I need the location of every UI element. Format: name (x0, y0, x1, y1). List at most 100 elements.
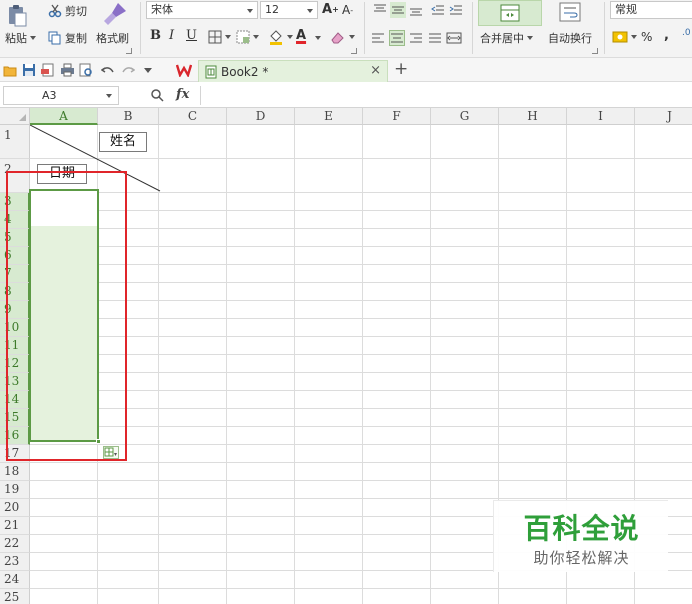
spreadsheet-file-icon (205, 65, 217, 78)
row-header-20[interactable]: 20 (0, 499, 30, 517)
align-center-icon[interactable] (389, 30, 405, 46)
print-icon[interactable] (59, 62, 75, 78)
row-gridline (30, 318, 692, 319)
row-header-1[interactable]: 1 (0, 125, 30, 159)
export-pdf-icon[interactable] (40, 62, 56, 78)
align-right-icon[interactable] (408, 30, 424, 46)
row-gridline (30, 462, 692, 463)
document-tab[interactable]: Book2 * × (198, 60, 388, 82)
bold-button[interactable]: B (150, 28, 161, 43)
column-header-g[interactable]: G (431, 108, 499, 125)
align-left-icon[interactable] (370, 30, 386, 46)
insert-function-button[interactable]: fx (176, 87, 189, 102)
cell-b1-name-label[interactable]: 姓名 (99, 132, 147, 152)
comma-format-button[interactable]: , (664, 28, 669, 43)
wrap-text-label[interactable]: 自动换行 (548, 30, 592, 46)
align-top-icon[interactable] (372, 2, 388, 18)
minus-icon: - (350, 5, 354, 15)
align-bottom-icon[interactable] (408, 2, 424, 18)
row-header-18[interactable]: 18 (0, 463, 30, 481)
paste-label: 粘贴 (5, 32, 27, 45)
merge-center-dropdown[interactable]: 合并居中 (480, 30, 533, 46)
column-gridline (226, 125, 227, 604)
increase-decimal-icon[interactable]: .0 (682, 28, 691, 38)
font-dialog-launcher[interactable] (351, 48, 357, 54)
paste-button[interactable] (6, 2, 30, 28)
column-header-h[interactable]: H (499, 108, 567, 125)
column-gridline (294, 125, 295, 604)
borders-button[interactable] (208, 30, 231, 44)
new-tab-button[interactable]: + (394, 59, 408, 79)
merge-center-button[interactable] (478, 0, 542, 26)
percent-format-button[interactable]: % (641, 30, 652, 44)
row-gridline (30, 228, 692, 229)
column-header-e[interactable]: E (295, 108, 363, 125)
currency-format-button[interactable] (612, 29, 637, 45)
cell-style-button[interactable] (236, 30, 259, 44)
grow-font-button[interactable]: A + (322, 2, 339, 17)
scissors-icon (48, 4, 62, 18)
eraser-icon (331, 32, 344, 44)
zoom-search-icon[interactable] (150, 88, 164, 105)
chevron-down-icon (527, 36, 533, 40)
row-header-24[interactable]: 24 (0, 571, 30, 589)
font-color-button[interactable]: A (296, 28, 306, 43)
name-box[interactable]: A3 (3, 86, 119, 105)
column-header-b[interactable]: B (98, 108, 159, 125)
wps-logo-icon[interactable] (176, 62, 192, 78)
format-painter-label[interactable]: 格式刷 (96, 30, 129, 46)
paint-bucket-icon (270, 30, 282, 45)
column-header-c[interactable]: C (159, 108, 227, 125)
save-icon[interactable] (21, 62, 37, 78)
divider (364, 2, 365, 54)
open-folder-icon[interactable] (2, 62, 18, 78)
paste-dropdown[interactable]: 粘贴 (5, 30, 36, 46)
underline-button[interactable]: U (186, 28, 197, 43)
column-gridline (430, 125, 431, 604)
row-header-23[interactable]: 23 (0, 553, 30, 571)
select-all-corner[interactable] (0, 108, 30, 125)
undo-icon[interactable] (100, 62, 116, 78)
close-icon[interactable]: × (370, 63, 381, 78)
row-header-22[interactable]: 22 (0, 535, 30, 553)
chevron-down-icon[interactable] (315, 36, 321, 40)
decrease-indent-icon[interactable] (430, 2, 446, 18)
clear-format-button[interactable] (330, 29, 355, 45)
cut-button[interactable]: 剪切 (48, 3, 87, 19)
increase-indent-icon[interactable] (448, 2, 464, 18)
customize-toolbar-icon[interactable] (140, 62, 156, 78)
font-size-select[interactable]: 12 (260, 1, 318, 19)
chevron-down-icon (307, 9, 313, 13)
row-header-25[interactable]: 25 (0, 589, 30, 604)
column-header-f[interactable]: F (363, 108, 431, 125)
row-header-19[interactable]: 19 (0, 481, 30, 499)
clipboard-dialog-launcher[interactable] (126, 48, 132, 54)
number-format-value: 常规 (615, 3, 637, 16)
alignment-dialog-launcher[interactable] (592, 48, 598, 54)
row-header-21[interactable]: 21 (0, 517, 30, 535)
row-gridline (30, 390, 692, 391)
column-header-i[interactable]: I (567, 108, 635, 125)
plus-icon: + (332, 5, 339, 14)
align-middle-icon[interactable] (390, 2, 406, 18)
wrap-text-button[interactable] (559, 2, 581, 25)
chevron-down-icon (253, 35, 259, 39)
distributed-align-icon[interactable] (446, 30, 462, 46)
column-header-d[interactable]: D (227, 108, 295, 125)
redo-icon[interactable] (120, 62, 136, 78)
shrink-font-button[interactable]: A- (342, 3, 353, 17)
formula-bar: A3 fx (0, 83, 692, 108)
fill-color-button[interactable] (268, 29, 293, 45)
column-header-j[interactable]: J (635, 108, 692, 125)
number-format-select[interactable]: 常规 (610, 1, 692, 19)
justify-icon[interactable] (427, 30, 443, 46)
font-name-select[interactable]: 宋体 (146, 1, 258, 19)
formula-input[interactable] (200, 86, 690, 105)
italic-button[interactable]: I (169, 28, 174, 43)
currency-icon (612, 31, 628, 43)
copy-button[interactable]: 复制 (48, 30, 87, 46)
format-painter-button[interactable] (102, 1, 128, 27)
print-preview-icon[interactable] (78, 62, 94, 78)
border-grid-icon (208, 30, 222, 44)
column-header-a[interactable]: A (30, 108, 98, 125)
